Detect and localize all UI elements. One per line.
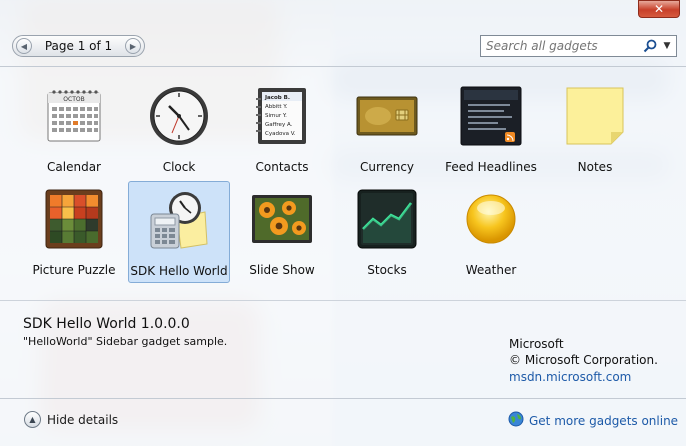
svg-text:Gaffrey A.: Gaffrey A. xyxy=(265,122,293,128)
currency-icon xyxy=(355,84,419,148)
globe-icon xyxy=(508,411,524,430)
close-icon: ✕ xyxy=(653,2,665,16)
details-panel: SDK Hello World 1.0.0.0 "HelloWorld" Sid… xyxy=(23,316,227,348)
divider xyxy=(0,300,686,301)
weather-icon xyxy=(459,187,523,251)
feed-headlines-icon xyxy=(459,84,523,148)
clock-icon xyxy=(147,84,211,148)
gadget-label: Picture Puzzle xyxy=(32,263,116,277)
gadget-label: Calendar xyxy=(47,160,101,174)
triangle-right-icon: ▶ xyxy=(129,41,137,51)
close-button[interactable]: ✕ xyxy=(638,0,680,18)
get-more-gadgets-link[interactable]: Get more gadgets online xyxy=(508,411,678,430)
chevron-up-icon: ▲ xyxy=(24,411,41,428)
search-input[interactable] xyxy=(481,37,642,55)
gadget-picture-puzzle[interactable]: Picture Puzzle xyxy=(23,181,125,283)
divider xyxy=(0,66,686,67)
gadget-sdk-hello-world[interactable]: SDK Hello World xyxy=(128,181,230,283)
hide-details-label: Hide details xyxy=(47,412,119,427)
gadget-label: Contacts xyxy=(255,160,309,174)
gadget-currency[interactable]: Currency xyxy=(336,78,438,180)
gadget-stocks[interactable]: Stocks xyxy=(336,181,438,283)
contacts-icon: Jacob B. Abbitt Y. Simur Y. Gaffrey A. C… xyxy=(250,84,314,148)
gadget-label: Stocks xyxy=(367,263,407,277)
get-more-gadgets-label: Get more gadgets online xyxy=(529,413,679,428)
search-options-dropdown[interactable]: ▼ xyxy=(658,37,676,55)
sdk-hello-world-icon xyxy=(147,188,211,252)
chevron-down-icon: ▼ xyxy=(663,41,671,51)
gadget-title: SDK Hello World 1.0.0.0 xyxy=(23,316,190,332)
search-icon[interactable] xyxy=(642,38,658,54)
gadget-calendar[interactable]: OCTOB Calendar xyxy=(23,78,125,180)
svg-text:Abbitt Y.: Abbitt Y. xyxy=(265,104,288,110)
publisher-info: Microsoft © Microsoft Corporation. msdn.… xyxy=(509,337,658,384)
publisher-name: Microsoft xyxy=(509,337,564,351)
gadget-clock[interactable]: Clock xyxy=(128,78,230,180)
gadget-description: "HelloWorld" Sidebar gadget sample. xyxy=(23,335,228,348)
triangle-left-icon: ◀ xyxy=(20,41,28,51)
gadget-label: SDK Hello World xyxy=(130,264,228,278)
gadget-label: Notes xyxy=(577,160,613,174)
calendar-icon: OCTOB xyxy=(42,84,106,148)
gadget-label: Currency xyxy=(359,160,415,174)
gadget-label: Feed Headlines xyxy=(445,160,537,174)
gadget-weather[interactable]: Weather xyxy=(440,181,542,283)
toolbar: ◀ Page 1 of 1 ▶ ▼ xyxy=(0,30,686,64)
svg-text:Simur Y.: Simur Y. xyxy=(265,113,287,119)
gadget-gallery-window: ✕ ◀ Page 1 of 1 ▶ ▼ xyxy=(0,0,686,446)
gadget-contacts[interactable]: Jacob B. Abbitt Y. Simur Y. Gaffrey A. C… xyxy=(231,78,333,180)
gadget-label: Slide Show xyxy=(249,263,315,277)
hide-details-button[interactable]: ▲ Hide details xyxy=(24,411,118,428)
gadget-label: Weather xyxy=(465,263,517,277)
notes-icon xyxy=(563,84,627,148)
gadget-notes[interactable]: Notes xyxy=(544,78,646,180)
gadget-label: Clock xyxy=(162,160,196,174)
svg-text:Cyadova V.: Cyadova V. xyxy=(265,131,296,137)
svg-text:OCTOB: OCTOB xyxy=(63,96,84,103)
publisher-website-link[interactable]: msdn.microsoft.com xyxy=(509,370,658,384)
next-page-button[interactable]: ▶ xyxy=(125,38,141,54)
divider xyxy=(0,398,686,399)
copyright-text: © Microsoft Corporation. xyxy=(509,353,658,367)
gadget-feed-headlines[interactable]: Feed Headlines xyxy=(440,78,542,180)
page-indicator: Page 1 of 1 xyxy=(44,39,113,53)
gadget-slide-show[interactable]: Slide Show xyxy=(231,181,333,283)
stocks-icon xyxy=(355,187,419,251)
search-box: ▼ xyxy=(480,35,677,57)
svg-text:Jacob B.: Jacob B. xyxy=(264,95,290,101)
previous-page-button[interactable]: ◀ xyxy=(16,38,32,54)
pager: ◀ Page 1 of 1 ▶ xyxy=(12,35,145,57)
slide-show-icon xyxy=(250,187,314,251)
picture-puzzle-icon xyxy=(42,187,106,251)
